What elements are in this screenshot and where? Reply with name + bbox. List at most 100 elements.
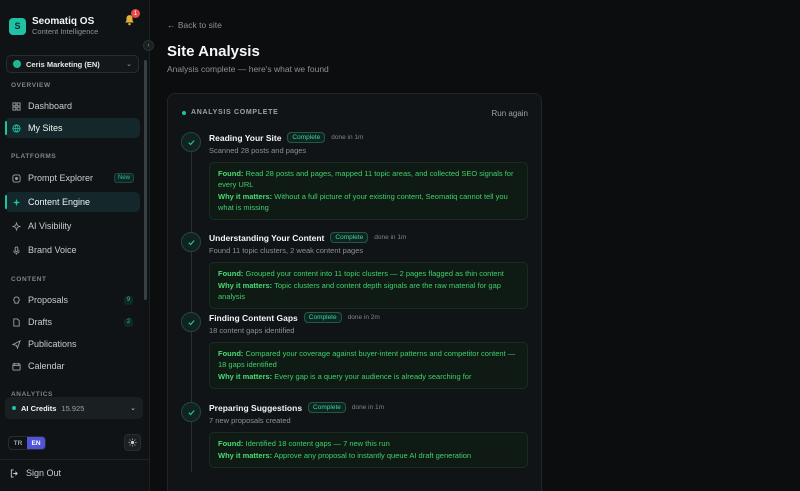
step-duration: done in 1m: [351, 404, 385, 411]
step-duration: done in 2m: [347, 314, 380, 321]
check-icon: [181, 132, 201, 152]
check-icon: [181, 312, 201, 332]
back-to-site-link[interactable]: ← Back to site: [167, 20, 222, 30]
theme-toggle-button[interactable]: [124, 434, 141, 451]
timeline-line: [191, 142, 192, 472]
sidebar-item-label: AI Visibility: [28, 221, 72, 231]
chevron-down-icon: ⌄: [130, 405, 136, 412]
site-selector[interactable]: Ceris Marketing (EN) ⌄: [6, 55, 139, 73]
step-findings-box: Found: Identified 18 content gaps — 7 ne…: [209, 432, 528, 468]
found-label: Found:: [218, 349, 244, 358]
check-icon: [181, 402, 201, 422]
calendar-icon: [11, 361, 21, 371]
sidebar-item-dashboard[interactable]: Dashboard: [5, 96, 140, 116]
analysis-card: ANALYSIS COMPLETE Run again Reading Your…: [167, 93, 542, 491]
sidebar-item-prompt-explorer[interactable]: Prompt Explorer New: [5, 168, 140, 188]
credits-label: AI Credits: [21, 403, 57, 413]
step-findings-box: Found: Grouped your content into 11 topi…: [209, 262, 528, 309]
found-label: Found:: [218, 439, 244, 448]
found-text: Read 28 posts and pages, mapped 11 topic…: [218, 169, 514, 189]
found-label: Found:: [218, 269, 244, 278]
drafts-count-badge: 2: [124, 317, 133, 327]
explore-icon: [11, 173, 21, 183]
lang-en-button[interactable]: EN: [27, 437, 45, 449]
brand-logo: S: [9, 17, 26, 35]
sparkle-icon: [11, 197, 21, 207]
sidebar-item-label: Content Engine: [28, 197, 91, 207]
why-label: Why it matters:: [218, 451, 273, 460]
sidebar-item-brand-voice[interactable]: Brand Voice: [5, 240, 140, 260]
sidebar-item-label: Dashboard: [28, 101, 73, 111]
chevron-down-icon: ⌄: [126, 61, 132, 68]
sun-icon: [128, 438, 137, 447]
why-text: Every gap is a query your audience is al…: [274, 372, 472, 381]
sidebar-item-drafts[interactable]: Drafts 2: [5, 312, 140, 332]
sign-out-button[interactable]: Sign Out: [10, 468, 61, 478]
sidebar-item-content-engine[interactable]: Content Engine: [5, 192, 140, 212]
analysis-status: ANALYSIS COMPLETE: [182, 109, 279, 116]
main-content: ← Back to site Site Analysis Analysis co…: [150, 0, 800, 491]
step-title: Understanding Your Content: [209, 232, 325, 243]
analysis-status-text: ANALYSIS COMPLETE: [191, 109, 279, 116]
ai-credits-widget[interactable]: AI Credits 15.925 ⌄: [5, 397, 143, 419]
language-toggle: TR EN: [8, 436, 46, 450]
lang-tr-button[interactable]: TR: [9, 437, 27, 449]
found-label: Found:: [218, 169, 244, 178]
step-findings-box: Found: Read 28 posts and pages, mapped 1…: [209, 162, 528, 220]
found-text: Grouped your content into 11 topic clust…: [245, 269, 504, 278]
collapse-sidebar-button[interactable]: ‹: [143, 40, 154, 51]
logout-icon: [10, 468, 18, 478]
why-text: Approve any proposal to instantly queue …: [273, 451, 472, 460]
step-title: Reading Your Site: [209, 132, 282, 143]
brand-subtitle: Content Intelligence: [32, 26, 99, 36]
mic-icon: [11, 245, 21, 255]
proposals-count-badge: 9: [124, 295, 133, 305]
sidebar-scrollbar[interactable]: [144, 60, 147, 300]
eye-icon: [11, 221, 21, 231]
sidebar-item-proposals[interactable]: Proposals 9: [5, 290, 140, 310]
sign-out-label: Sign Out: [26, 468, 62, 478]
sidebar-item-publications[interactable]: Publications: [5, 334, 140, 354]
run-again-button[interactable]: Run again: [492, 109, 528, 118]
site-globe-icon: [13, 60, 21, 68]
status-badge: Complete: [330, 232, 369, 243]
sidebar-item-my-sites[interactable]: My Sites: [5, 118, 140, 138]
page-title: Site Analysis: [167, 43, 260, 60]
page-subtitle: Analysis complete — here's what we found: [167, 64, 329, 74]
status-badge: Complete: [287, 132, 326, 143]
sidebar-item-label: My Sites: [28, 123, 63, 133]
notification-count-badge: 1: [131, 9, 140, 18]
step-title: Preparing Suggestions: [209, 402, 303, 413]
grid-icon: [11, 101, 21, 111]
step-findings-box: Found: Compared your coverage against bu…: [209, 342, 528, 389]
sidebar-item-calendar[interactable]: Calendar: [5, 356, 140, 376]
step-duration: done in 1m: [331, 134, 364, 141]
sidebar-item-label: Proposals: [28, 295, 69, 305]
section-label-content: CONTENT: [11, 276, 47, 283]
new-badge: New: [113, 173, 134, 183]
status-badge: Complete: [308, 402, 346, 413]
app: S Seomatiq OS Content Intelligence 1 ‹ C…: [0, 0, 800, 491]
status-badge: Complete: [303, 312, 342, 323]
step-summary: 18 content gaps identified: [209, 326, 295, 335]
why-label: Why it matters:: [218, 192, 273, 201]
found-text: Compared your coverage against buyer-int…: [218, 349, 516, 369]
why-label: Why it matters:: [218, 281, 273, 290]
send-icon: [11, 339, 21, 349]
brand-name: Seomatiq OS: [32, 15, 95, 27]
check-icon: [181, 232, 201, 252]
notification-bell-icon[interactable]: 1: [124, 9, 140, 27]
step-summary: Scanned 28 posts and pages: [209, 146, 307, 155]
document-icon: [11, 317, 21, 327]
sidebar-item-label: Calendar: [28, 361, 65, 371]
section-label-platforms: PLATFORMS: [11, 153, 57, 160]
credits-value: 15.925: [61, 403, 85, 413]
sidebar-item-label: Drafts: [28, 317, 53, 327]
site-selector-value: Ceris Marketing (EN): [26, 59, 100, 69]
step-title: Finding Content Gaps: [209, 312, 298, 323]
globe-icon: [11, 123, 21, 133]
status-dot: [182, 110, 186, 115]
sidebar-item-ai-visibility[interactable]: AI Visibility: [5, 216, 140, 236]
sidebar-item-label: Publications: [28, 339, 77, 349]
sidebar-item-label: Brand Voice: [28, 245, 77, 255]
